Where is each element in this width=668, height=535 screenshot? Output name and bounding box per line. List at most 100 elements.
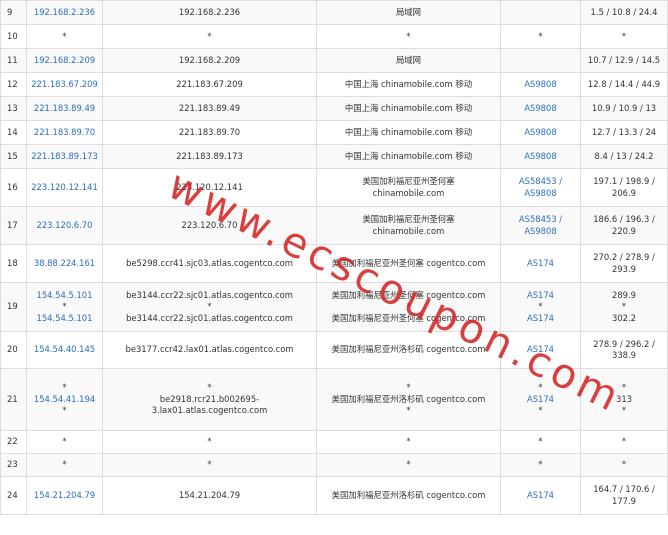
- ip-link[interactable]: 154.54.41.194: [29, 394, 100, 406]
- latency-cell: 270.2 / 278.9 /293.9: [580, 244, 668, 283]
- ip-link[interactable]: 221.183.89.70: [29, 127, 100, 139]
- ip-link[interactable]: 221.183.89.49: [29, 103, 100, 115]
- asn-link[interactable]: AS9808: [503, 188, 578, 200]
- loc-text: 局域网: [395, 54, 422, 65]
- hop-number-cell: 23: [0, 453, 27, 477]
- asn-cell: [500, 48, 581, 73]
- time-text: 177.9: [612, 495, 636, 506]
- asn-link[interactable]: AS9808: [503, 151, 578, 163]
- hop-row: 16 223.120.12.141 223.120.12.141 美国加利福尼亚州圣何…: [0, 168, 668, 207]
- hostname-cell: *: [102, 453, 317, 477]
- hop-number-cell: 17: [0, 206, 27, 245]
- ip-link[interactable]: 223.120.6.70: [29, 220, 100, 232]
- loc-text: 中国上海 chinamobile.com 移动: [344, 102, 473, 113]
- ip-cell[interactable]: 221.183.67.209: [26, 72, 103, 97]
- loc-text: chinamobile.com: [372, 187, 445, 198]
- ip-link[interactable]: 154.54.40.145: [29, 344, 100, 356]
- host-text: 192.168.2.236: [178, 6, 241, 17]
- ip-link[interactable]: 154.54.5.101: [29, 313, 100, 325]
- asn-link[interactable]: AS9808: [503, 226, 578, 238]
- host-text: *: [207, 436, 212, 447]
- location-cell: *: [316, 453, 501, 477]
- ip-cell: *: [26, 430, 103, 454]
- hop-number-cell: 19: [0, 282, 27, 332]
- time-text: 302.2: [612, 312, 636, 323]
- loc-text: 局域网: [395, 6, 422, 17]
- ip-cell[interactable]: 154.54.40.145: [26, 331, 103, 369]
- hop-number-cell: 9: [0, 0, 27, 25]
- hostname-cell: 221.183.89.49: [102, 96, 317, 121]
- ip-cell[interactable]: 221.183.89.173: [26, 144, 103, 169]
- ip-cell[interactable]: * 154.54.41.194 *: [26, 368, 103, 431]
- latency-cell: *: [580, 430, 668, 454]
- latency-cell: 197.1 / 198.9 /206.9: [580, 168, 668, 207]
- ip-cell[interactable]: 38.88.224.161: [26, 244, 103, 283]
- ip-cell[interactable]: 221.183.89.70: [26, 120, 103, 145]
- host-text: 221.183.89.70: [178, 126, 241, 137]
- ip-cell[interactable]: 223.120.6.70: [26, 206, 103, 245]
- loc-text: 美国加利福尼亚州圣何塞 cogentco.com: [331, 289, 486, 300]
- asn-link[interactable]: AS174: [503, 490, 578, 502]
- asn-text: *: [538, 301, 543, 312]
- ip-link[interactable]: 192.168.2.209: [29, 55, 100, 67]
- hop-row: 11 192.168.2.209 192.168.2.209 局域网 10.7 / 12…: [0, 48, 668, 73]
- ip-cell[interactable]: 221.183.89.49: [26, 96, 103, 121]
- asn-link[interactable]: AS174: [503, 394, 578, 406]
- time-text: 197.1 / 198.9 /: [593, 176, 655, 186]
- asn-cell[interactable]: AS9808: [500, 120, 581, 145]
- ip-link[interactable]: 221.183.89.173: [29, 151, 100, 163]
- ip-cell[interactable]: 154.21.204.79: [26, 476, 103, 515]
- asn-cell[interactable]: AS9808: [500, 144, 581, 169]
- hop-number-cell: 24: [0, 476, 27, 515]
- hostname-cell: 221.183.67.209: [102, 72, 317, 97]
- asn-cell[interactable]: AS9808: [500, 72, 581, 97]
- ip-link[interactable]: 154.54.5.101: [29, 290, 100, 302]
- host-text: 3.lax01.atlas.cogentco.com: [151, 405, 268, 416]
- asn-link[interactable]: AS174: [503, 313, 578, 325]
- loc-text: 美国加利福尼亚州洛杉矶 cogentco.com: [331, 393, 486, 404]
- asn-cell[interactable]: AS174: [500, 331, 581, 369]
- ip-cell[interactable]: 192.168.2.209: [26, 48, 103, 73]
- asn-link[interactable]: AS58453 /: [503, 176, 578, 188]
- time-text: 278.9 / 296.2 /: [593, 338, 655, 349]
- asn-link[interactable]: AS9808: [503, 127, 578, 139]
- ip-cell[interactable]: 192.168.2.236: [26, 0, 103, 25]
- asn-cell: *: [500, 24, 581, 49]
- ip-cell[interactable]: 154.54.5.101 * 154.54.5.101: [26, 282, 103, 332]
- time-text: 12.7 / 13.3 / 24: [591, 126, 657, 137]
- host-text: *: [207, 301, 212, 312]
- time-text: *: [621, 436, 627, 447]
- time-text: 1.5 / 10.8 / 24.4: [590, 6, 658, 17]
- ip-cell: *: [26, 453, 103, 477]
- asn-cell[interactable]: AS174: [500, 244, 581, 283]
- hostname-cell: 192.168.2.209: [102, 48, 317, 73]
- asn-link[interactable]: AS9808: [503, 79, 578, 91]
- ip-link[interactable]: 192.168.2.236: [29, 7, 100, 19]
- ip-link[interactable]: 154.21.204.79: [29, 490, 100, 502]
- hop-number-cell: 22: [0, 430, 27, 454]
- asn-link[interactable]: AS174: [503, 344, 578, 356]
- time-text: 220.9: [612, 225, 636, 236]
- latency-cell: 278.9 / 296.2 /338.9: [580, 331, 668, 369]
- asn-link[interactable]: AS174: [503, 290, 578, 302]
- ip-link[interactable]: 223.120.12.141: [29, 182, 100, 194]
- location-cell: 美国加利福尼亚州洛杉矶 cogentco.com: [316, 331, 501, 369]
- asn-cell[interactable]: * AS174 *: [500, 368, 581, 431]
- asn-cell[interactable]: AS174 * AS174: [500, 282, 581, 332]
- asn-text: *: [538, 30, 543, 41]
- asn-cell[interactable]: AS174: [500, 476, 581, 515]
- asn-cell[interactable]: AS58453 /AS9808: [500, 168, 581, 207]
- asn-link[interactable]: AS174: [503, 258, 578, 270]
- host-text: 154.21.204.79: [178, 489, 241, 500]
- asn-link[interactable]: AS9808: [503, 103, 578, 115]
- ip-cell[interactable]: 223.120.12.141: [26, 168, 103, 207]
- hop-row: 20 154.54.40.145 be3177.ccr42.lax01.atlas.…: [0, 331, 668, 369]
- ip-link[interactable]: 221.183.67.209: [29, 79, 100, 91]
- hop-row: 9 192.168.2.236 192.168.2.236 局域网 1.5 / 10.8…: [0, 0, 668, 25]
- ip-link[interactable]: 38.88.224.161: [29, 258, 100, 270]
- asn-link[interactable]: AS58453 /: [503, 214, 578, 226]
- asn-cell[interactable]: AS9808: [500, 96, 581, 121]
- asn-cell[interactable]: AS58453 /AS9808: [500, 206, 581, 245]
- time-text: 338.9: [612, 350, 636, 360]
- hop-row: 19 154.54.5.101 * 154.54.5.101 be3144.ccr22.…: [0, 282, 668, 332]
